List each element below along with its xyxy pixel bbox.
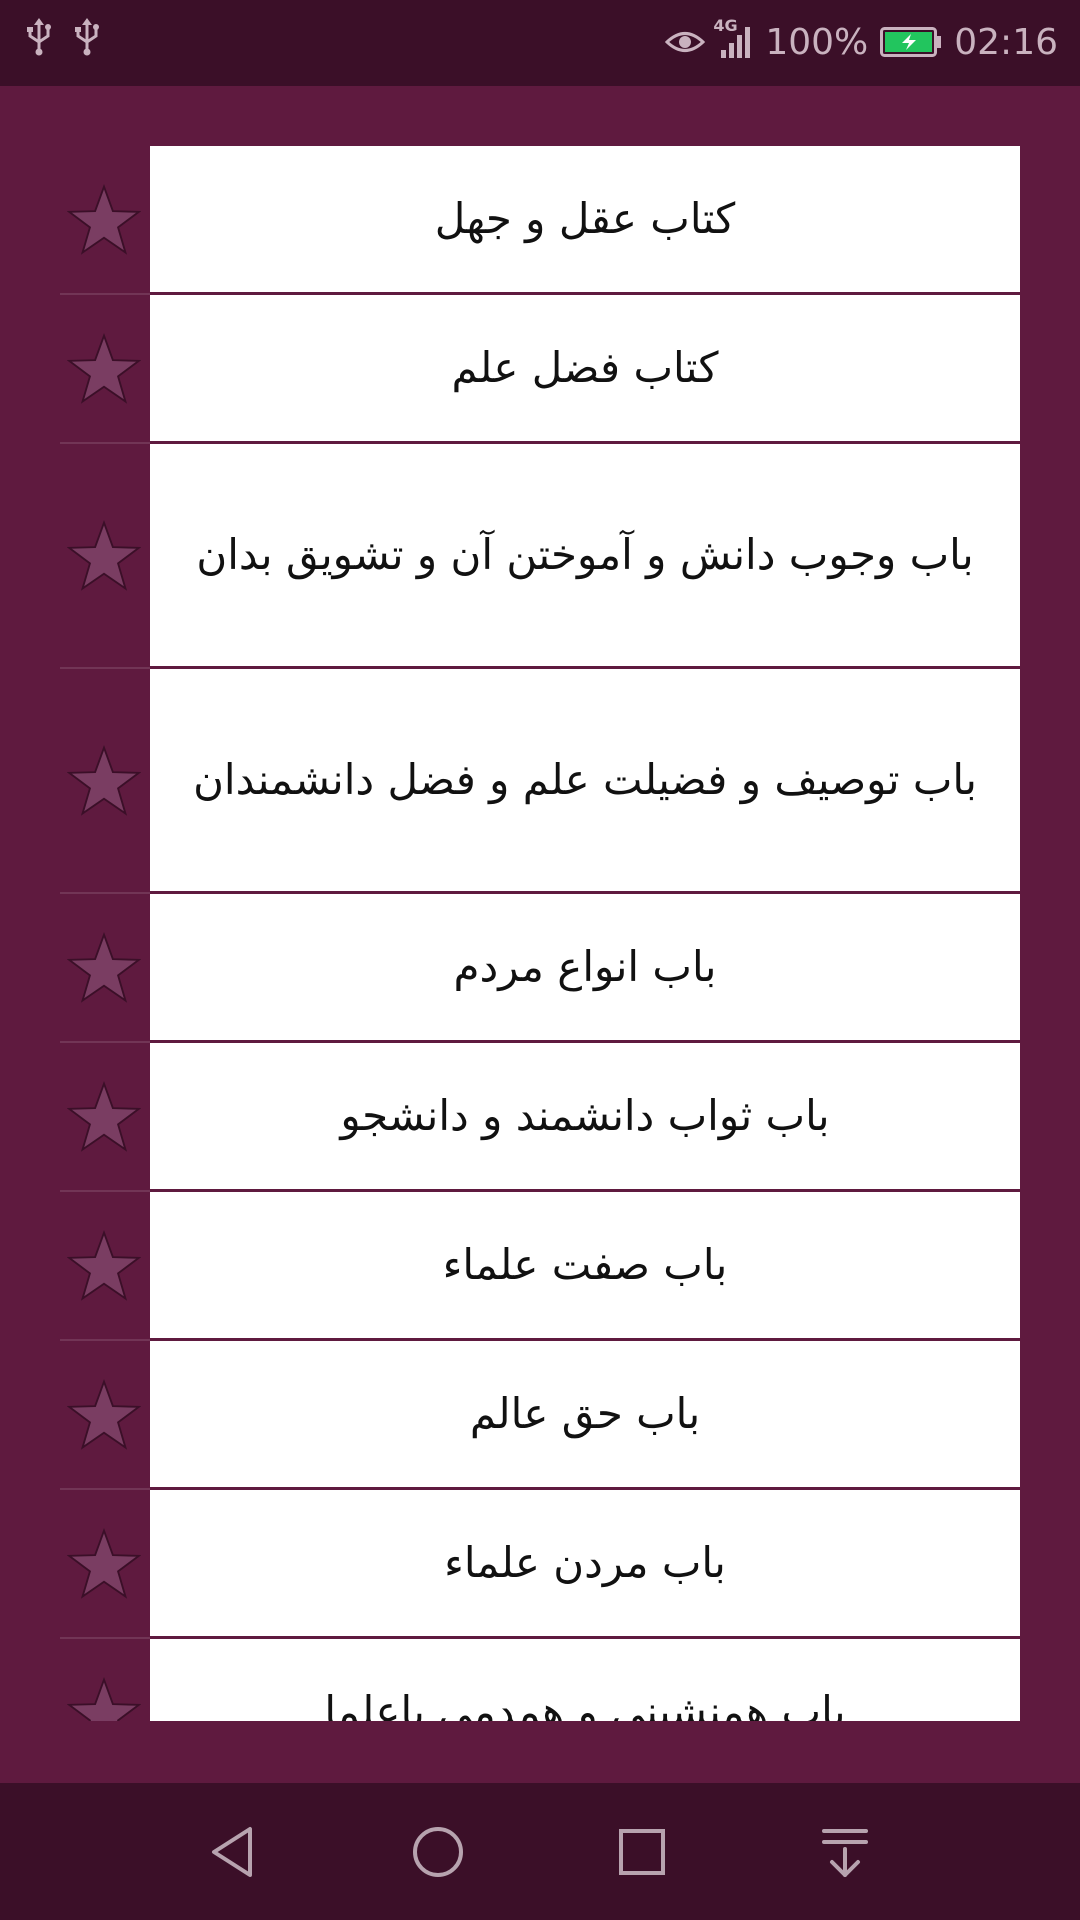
- chapter-title: باب همنشینی و همدمی باعلما: [324, 1687, 846, 1721]
- usb-icon: [24, 16, 54, 56]
- star-icon: [67, 519, 141, 591]
- star-icon: [67, 744, 141, 816]
- chapter-card[interactable]: کتاب عقل و جهل: [150, 146, 1020, 295]
- star-icon: [67, 1080, 141, 1152]
- chapter-title: باب ثواب دانشمند و دانشجو: [340, 1091, 830, 1140]
- favorite-toggle[interactable]: [60, 894, 150, 1043]
- home-icon: [413, 1827, 463, 1877]
- usb-icon: [72, 16, 102, 56]
- star-icon: [67, 931, 141, 1003]
- list-item[interactable]: باب ثواب دانشمند و دانشجو: [0, 1043, 1080, 1192]
- signal-icon: 4G: [713, 16, 753, 60]
- favorite-toggle[interactable]: [60, 669, 150, 894]
- list-item[interactable]: باب مردن علماء: [0, 1490, 1080, 1639]
- favorite-toggle[interactable]: [60, 1043, 150, 1192]
- status-bar: 4G 100% 02:16: [0, 0, 1080, 86]
- favorite-toggle[interactable]: [60, 1639, 150, 1721]
- back-icon: [212, 1827, 252, 1877]
- list-item[interactable]: باب انواع مردم: [0, 894, 1080, 1043]
- chapter-title: کتاب فضل علم: [451, 343, 719, 392]
- chapter-card[interactable]: باب مردن علماء: [150, 1490, 1020, 1639]
- notifications-pull-button[interactable]: [810, 1817, 880, 1887]
- list-item[interactable]: باب توصیف و فضیلت علم و فضل دانشمندان: [0, 669, 1080, 894]
- list-item[interactable]: باب حق عالم: [0, 1341, 1080, 1490]
- navigation-bar: [0, 1783, 1080, 1920]
- chapter-title: باب مردن علماء: [444, 1538, 726, 1587]
- star-icon: [67, 1229, 141, 1301]
- star-icon: [67, 1676, 141, 1721]
- back-button[interactable]: [200, 1817, 270, 1887]
- home-button[interactable]: [403, 1817, 473, 1887]
- chapter-card[interactable]: باب صفت علماء: [150, 1192, 1020, 1341]
- recents-icon: [619, 1829, 665, 1875]
- list-item[interactable]: باب صفت علماء: [0, 1192, 1080, 1341]
- chapter-card[interactable]: باب همنشینی و همدمی باعلما: [150, 1639, 1020, 1721]
- favorite-toggle[interactable]: [60, 1192, 150, 1341]
- chapter-title: باب حق عالم: [469, 1389, 701, 1438]
- chapter-title: کتاب عقل و جهل: [434, 194, 736, 243]
- favorite-toggle[interactable]: [60, 444, 150, 669]
- chapter-card[interactable]: باب وجوب دانش و آموختن آن و تشویق بدان: [150, 444, 1020, 669]
- clock: 02:16: [954, 21, 1058, 63]
- chapter-card[interactable]: باب توصیف و فضیلت علم و فضل دانشمندان: [150, 669, 1020, 894]
- star-icon: [67, 332, 141, 404]
- list-item[interactable]: باب همنشینی و همدمی باعلما: [0, 1639, 1080, 1721]
- chapter-title: باب صفت علماء: [442, 1240, 728, 1289]
- favorite-toggle[interactable]: [60, 1341, 150, 1490]
- list-item[interactable]: کتاب عقل و جهل: [0, 146, 1080, 295]
- network-type: 4G: [713, 16, 738, 35]
- chapter-title: باب انواع مردم: [453, 942, 717, 991]
- chapter-card[interactable]: کتاب فضل علم: [150, 295, 1020, 444]
- recents-button[interactable]: [607, 1817, 677, 1887]
- chapter-card[interactable]: باب حق عالم: [150, 1341, 1020, 1490]
- chapter-card[interactable]: باب انواع مردم: [150, 894, 1020, 1043]
- chapter-title: باب وجوب دانش و آموختن آن و تشویق بدان: [196, 530, 974, 579]
- star-icon: [67, 1378, 141, 1450]
- favorite-toggle[interactable]: [60, 1490, 150, 1639]
- star-icon: [67, 183, 141, 255]
- list-item[interactable]: کتاب فضل علم: [0, 295, 1080, 444]
- favorite-toggle[interactable]: [60, 295, 150, 444]
- chapter-list: کتاب عقل و جهل کتاب فضل علم باب وجوب دان…: [0, 146, 1080, 1721]
- list-item[interactable]: باب وجوب دانش و آموختن آن و تشویق بدان: [0, 444, 1080, 669]
- list-area: کتاب عقل و جهل کتاب فضل علم باب وجوب دان…: [0, 86, 1080, 1783]
- chapter-card[interactable]: باب ثواب دانشمند و دانشجو: [150, 1043, 1020, 1192]
- notifications-pull-icon: [822, 1829, 868, 1877]
- battery-charging-icon: [880, 27, 942, 57]
- battery-percent: 100%: [765, 21, 869, 63]
- star-icon: [67, 1527, 141, 1599]
- favorite-toggle[interactable]: [60, 146, 150, 295]
- eye-icon: [665, 27, 706, 57]
- chapter-title: باب توصیف و فضیلت علم و فضل دانشمندان: [193, 755, 977, 804]
